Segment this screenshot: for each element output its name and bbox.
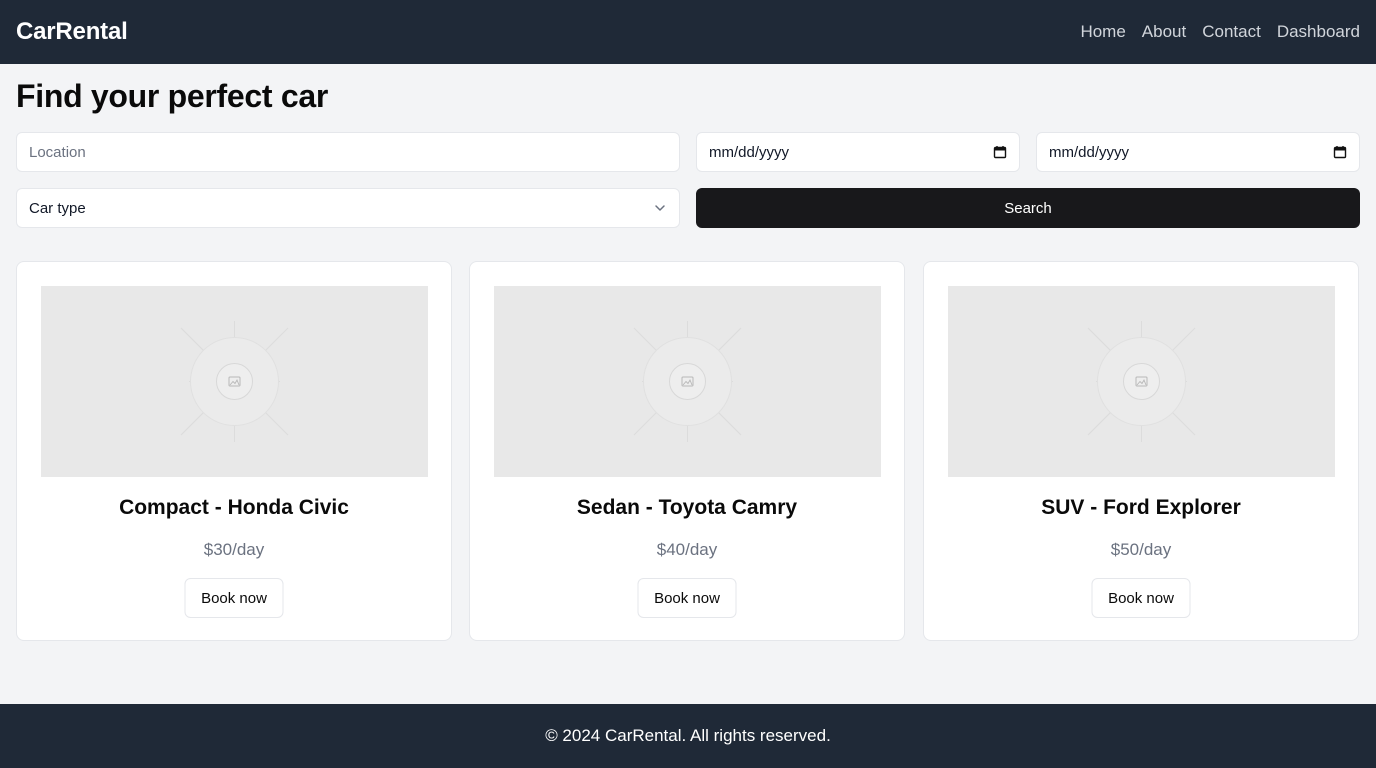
car-image (41, 286, 428, 477)
car-card-explorer: SUV - Ford Explorer $50/day Book now (923, 261, 1359, 641)
copyright-text: © 2024 CarRental. All rights reserved. (545, 726, 831, 745)
return-date-value: mm/dd/yyyy (1049, 143, 1130, 161)
calendar-icon[interactable] (993, 145, 1007, 159)
image-placeholder-icon (948, 286, 1335, 477)
pickup-date-field[interactable]: mm/dd/yyyy (696, 132, 1020, 172)
car-image (948, 286, 1335, 477)
car-price: $40/day (656, 540, 718, 559)
calendar-icon[interactable] (1333, 145, 1347, 159)
book-now-button[interactable]: Book now (1091, 578, 1191, 618)
car-price: $50/day (1110, 540, 1172, 559)
car-title: Sedan - Toyota Camry (576, 496, 798, 519)
car-card-camry: Sedan - Toyota Camry $40/day Book now (469, 261, 905, 641)
navbar: CarRental Home About Contact Dashboard (0, 0, 1376, 64)
image-placeholder-icon (41, 286, 428, 477)
chevron-down-icon (655, 205, 665, 211)
pickup-date-value: mm/dd/yyyy (709, 143, 790, 161)
return-date-field[interactable]: mm/dd/yyyy (1036, 132, 1360, 172)
brand-logo[interactable]: CarRental (16, 18, 128, 46)
location-input[interactable] (29, 143, 667, 161)
nav-link-home[interactable]: Home (1080, 22, 1125, 42)
car-image (494, 286, 881, 477)
book-now-button[interactable]: Book now (184, 578, 284, 618)
book-now-button[interactable]: Book now (637, 578, 737, 618)
car-price: $30/day (203, 540, 265, 559)
nav-link-dashboard[interactable]: Dashboard (1277, 22, 1360, 42)
nav-link-about[interactable]: About (1142, 22, 1186, 42)
page-title: Find your perfect car (16, 78, 328, 114)
car-title: Compact - Honda Civic (119, 496, 349, 519)
car-card-civic: Compact - Honda Civic $30/day Book now (16, 261, 452, 641)
search-button[interactable]: Search (696, 188, 1360, 228)
footer: © 2024 CarRental. All rights reserved. (0, 704, 1376, 768)
image-placeholder-icon (494, 286, 881, 477)
nav-links: Home About Contact Dashboard (1080, 22, 1360, 42)
nav-link-contact[interactable]: Contact (1202, 22, 1261, 42)
location-field[interactable] (16, 132, 680, 172)
car-type-value: Car type (29, 199, 86, 217)
car-type-select[interactable]: Car type (16, 188, 680, 228)
car-title: SUV - Ford Explorer (1041, 496, 1241, 519)
